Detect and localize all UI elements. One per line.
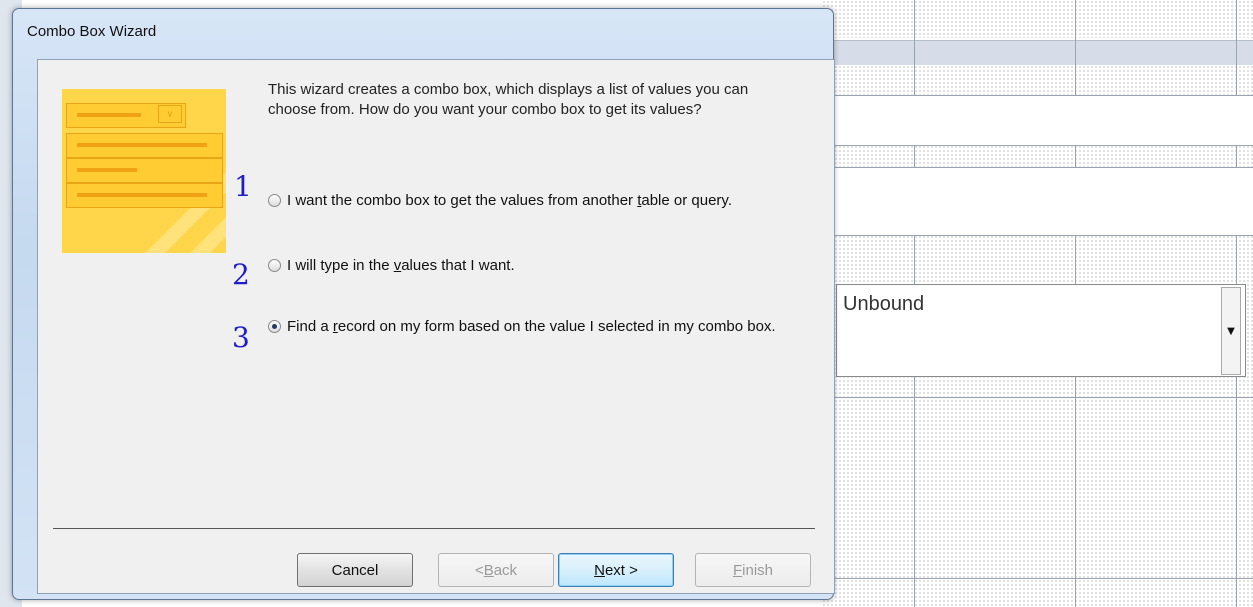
option-find-record[interactable]: Find a record on my form based on the va…: [268, 317, 788, 357]
dropdown-arrow-icon: ▼: [1227, 325, 1235, 337]
handwritten-annotation-1: 1: [234, 170, 252, 203]
finish-button[interactable]: Finish: [695, 553, 811, 587]
option-type-values[interactable]: I will type in the values that I want.: [268, 256, 788, 278]
unbound-combo-control[interactable]: Unbound ▼: [836, 284, 1246, 377]
combo-value: Unbound: [843, 293, 925, 315]
design-grid: [822, 145, 1253, 167]
combo-dropdown-button[interactable]: ▼: [1221, 287, 1241, 375]
handwritten-annotation-3: 3: [232, 321, 250, 354]
radio-table-query[interactable]: [268, 194, 281, 207]
wizard-content: ∨ This wizard creates a combo box, which…: [37, 59, 835, 594]
combo-box-wizard-dialog: Combo Box Wizard ∨ This wizard creates a…: [12, 8, 835, 600]
design-grid: [822, 0, 1253, 38]
handwritten-annotation-2: 2: [232, 258, 250, 291]
option-label: I want the combo box to get the values f…: [287, 192, 732, 209]
option-table-query[interactable]: I want the combo box to get the values f…: [268, 191, 788, 231]
radio-find-record[interactable]: [268, 320, 281, 333]
option-label: I will type in the values that I want.: [287, 257, 515, 274]
chevron-down-icon: ∨: [158, 105, 182, 123]
radio-type-values[interactable]: [268, 259, 281, 272]
wizard-intro-text: This wizard creates a combo box, which d…: [268, 81, 749, 118]
back-button[interactable]: < Back: [438, 553, 554, 587]
cancel-button[interactable]: Cancel: [297, 553, 413, 587]
section-bar[interactable]: [822, 40, 1253, 66]
design-grid: [822, 65, 1253, 95]
footer-separator: [53, 528, 815, 529]
combo-box-illustration: ∨: [62, 89, 226, 253]
next-button[interactable]: Next >: [558, 553, 674, 587]
white-band: [822, 167, 1253, 235]
option-label: Find a record on my form based on the va…: [287, 318, 776, 335]
white-band: [822, 95, 1253, 145]
dialog-title: Combo Box Wizard: [27, 23, 157, 40]
